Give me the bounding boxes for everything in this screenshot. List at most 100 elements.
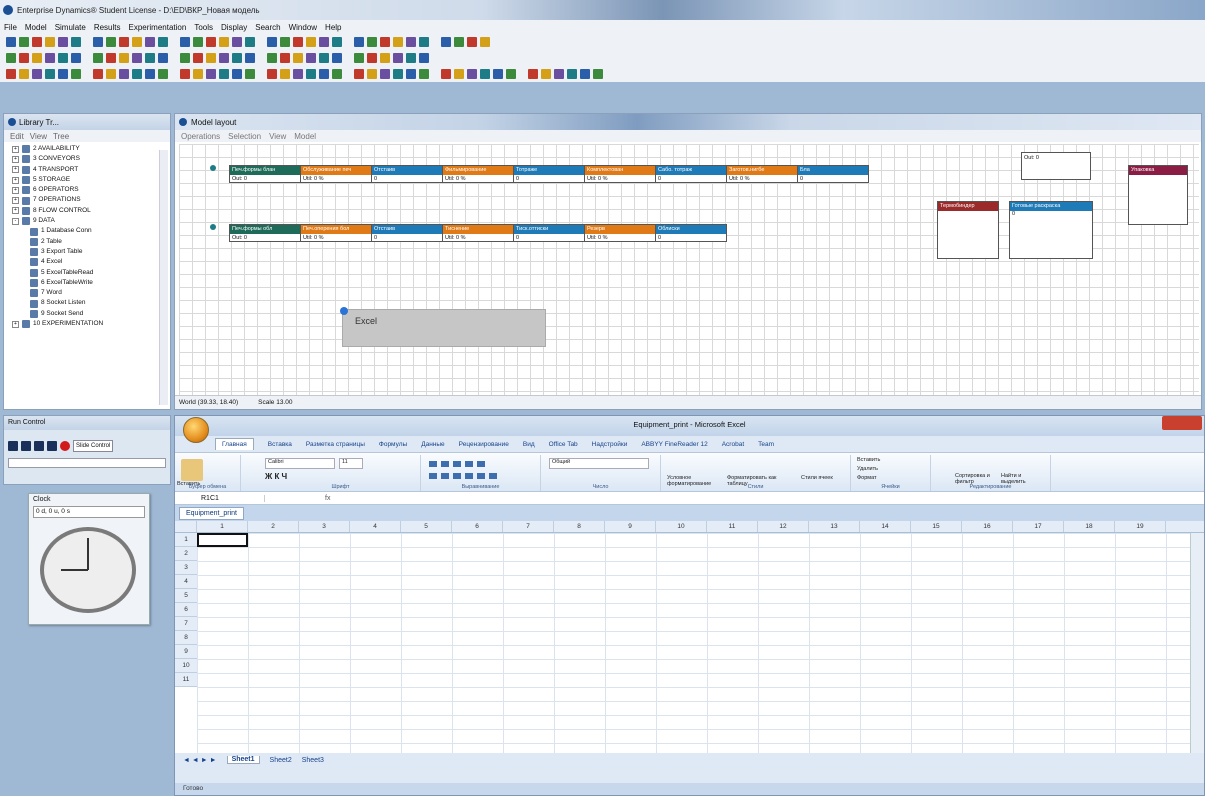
expand-toggle-icon[interactable]: + bbox=[12, 320, 19, 328]
ribbon-tab[interactable]: Acrobat bbox=[722, 441, 744, 448]
sink-box[interactable]: Out: 0 bbox=[1021, 152, 1091, 180]
toolbar-button-icon[interactable] bbox=[6, 53, 16, 63]
ribbon-tab[interactable]: Office Tab bbox=[549, 441, 578, 448]
toolbar-button-icon[interactable] bbox=[441, 37, 451, 47]
toolbar-button-icon[interactable] bbox=[106, 69, 116, 79]
fx-icon[interactable]: fx bbox=[265, 495, 330, 502]
toolbar-button-icon[interactable] bbox=[480, 69, 490, 79]
number-format-select[interactable]: Общий bbox=[549, 458, 649, 469]
speed-select[interactable]: Slide Control bbox=[73, 440, 113, 452]
toolbar-button-icon[interactable] bbox=[145, 53, 155, 63]
toolbar-button-icon[interactable] bbox=[106, 37, 116, 47]
atom-finished[interactable]: Готовые раскраска 0 bbox=[1009, 201, 1093, 259]
model-atom[interactable]: Фильмирование Util: 0 % bbox=[442, 165, 514, 183]
row-header[interactable]: 6 bbox=[175, 603, 197, 617]
source-dot-2[interactable] bbox=[210, 224, 216, 230]
toolbar-button-icon[interactable] bbox=[354, 53, 364, 63]
toolbar-button-icon[interactable] bbox=[245, 69, 255, 79]
column-header[interactable]: 11 bbox=[707, 521, 758, 532]
toolbar-button-icon[interactable] bbox=[58, 37, 68, 47]
toolbar-button-icon[interactable] bbox=[454, 69, 464, 79]
active-cell[interactable] bbox=[197, 533, 248, 547]
step-button[interactable] bbox=[47, 441, 57, 451]
library-tree-item[interactable]: +6 OPERATORS bbox=[8, 185, 166, 195]
toolbar-button-icon[interactable] bbox=[293, 37, 303, 47]
toolbar-button-icon[interactable] bbox=[441, 69, 451, 79]
toolbar-button-icon[interactable] bbox=[467, 37, 477, 47]
toolbar-button-icon[interactable] bbox=[467, 69, 477, 79]
row-header[interactable]: 2 bbox=[175, 547, 197, 561]
toolbar-button-icon[interactable] bbox=[306, 53, 316, 63]
toolbar-button-icon[interactable] bbox=[32, 37, 42, 47]
model-atom[interactable]: Тиснение Util: 0 % bbox=[442, 224, 514, 242]
record-button[interactable] bbox=[60, 441, 70, 451]
model-canvas[interactable]: Печ.формы блан Out: 0 Обслуживание печ Util… bbox=[179, 144, 1199, 396]
paste-icon[interactable] bbox=[181, 459, 203, 481]
row-header[interactable]: 8 bbox=[175, 631, 197, 645]
library-tree-item[interactable]: +10 EXPERIMENTATION bbox=[8, 319, 166, 329]
column-header[interactable]: 10 bbox=[656, 521, 707, 532]
menu-item-help[interactable]: Help bbox=[325, 23, 341, 32]
ribbon-tab[interactable]: Рецензирование bbox=[459, 441, 509, 448]
menu-item-search[interactable]: Search bbox=[255, 23, 280, 32]
start-button[interactable] bbox=[21, 441, 31, 451]
toolbar-button-icon[interactable] bbox=[119, 53, 129, 63]
expand-toggle-icon[interactable]: + bbox=[12, 166, 19, 174]
library-tree-item[interactable]: 4 Excel bbox=[8, 257, 166, 267]
library-tree-item[interactable]: - 9 DATA bbox=[8, 216, 166, 226]
toolbar-button-icon[interactable] bbox=[506, 69, 516, 79]
toolbar-button-icon[interactable] bbox=[206, 69, 216, 79]
toolbar-button-icon[interactable] bbox=[367, 53, 377, 63]
toolbar-button-icon[interactable] bbox=[332, 53, 342, 63]
toolbar-button-icon[interactable] bbox=[93, 37, 103, 47]
model-atom[interactable]: Резерв Util: 0 % bbox=[584, 224, 656, 242]
toolbar-button-icon[interactable] bbox=[419, 37, 429, 47]
toolbar-button-icon[interactable] bbox=[58, 69, 68, 79]
row-header[interactable]: 10 bbox=[175, 659, 197, 673]
model-atom[interactable]: Печ.формы блан Out: 0 bbox=[229, 165, 301, 183]
library-tree-item[interactable]: 3 Export Table bbox=[8, 247, 166, 257]
toolbar-button-icon[interactable] bbox=[119, 37, 129, 47]
library-tree-item[interactable]: 7 Word bbox=[8, 288, 166, 298]
toolbar-button-icon[interactable] bbox=[354, 37, 364, 47]
model-menu-item[interactable]: View bbox=[269, 132, 286, 141]
toolbar-button-icon[interactable] bbox=[32, 69, 42, 79]
toolbar-button-icon[interactable] bbox=[380, 69, 390, 79]
toolbar-button-icon[interactable] bbox=[280, 37, 290, 47]
toolbar-button-icon[interactable] bbox=[245, 53, 255, 63]
ribbon-tab[interactable]: Формулы bbox=[379, 441, 407, 448]
cell-styles-button[interactable]: Стили ячеек bbox=[801, 475, 847, 481]
model-atom[interactable]: Печ.формы обл Out: 0 bbox=[229, 224, 301, 242]
column-header[interactable]: 2 bbox=[248, 521, 299, 532]
toolbar-button-icon[interactable] bbox=[232, 69, 242, 79]
toolbar-button-icon[interactable] bbox=[232, 37, 242, 47]
toolbar-button-icon[interactable] bbox=[145, 37, 155, 47]
row-header[interactable]: 3 bbox=[175, 561, 197, 575]
toolbar-button-icon[interactable] bbox=[280, 53, 290, 63]
toolbar-button-icon[interactable] bbox=[71, 37, 81, 47]
model-atom[interactable]: Отстаив 0 bbox=[371, 224, 443, 242]
vertical-scrollbar[interactable] bbox=[1190, 533, 1204, 753]
toolbar-button-icon[interactable] bbox=[380, 53, 390, 63]
column-header[interactable]: 15 bbox=[911, 521, 962, 532]
font-select[interactable]: Calibri bbox=[265, 458, 335, 469]
toolbar-button-icon[interactable] bbox=[493, 69, 503, 79]
toolbar-button-icon[interactable] bbox=[406, 53, 416, 63]
toolbar-button-icon[interactable] bbox=[245, 37, 255, 47]
column-header[interactable]: 7 bbox=[503, 521, 554, 532]
model-atom[interactable]: Комплектован Util: 0 % bbox=[584, 165, 656, 183]
toolbar-button-icon[interactable] bbox=[180, 69, 190, 79]
toolbar-button-icon[interactable] bbox=[206, 37, 216, 47]
toolbar-button-icon[interactable] bbox=[45, 69, 55, 79]
library-scrollbar[interactable] bbox=[159, 150, 168, 405]
toolbar-button-icon[interactable] bbox=[232, 53, 242, 63]
column-header[interactable]: 4 bbox=[350, 521, 401, 532]
row-header[interactable]: 4 bbox=[175, 575, 197, 589]
menu-item-display[interactable]: Display bbox=[221, 23, 247, 32]
sheet-tab[interactable]: Sheet2 bbox=[270, 757, 292, 764]
column-header[interactable]: 13 bbox=[809, 521, 860, 532]
expand-toggle-icon[interactable]: + bbox=[12, 145, 19, 153]
toolbar-button-icon[interactable] bbox=[219, 37, 229, 47]
toolbar-button-icon[interactable] bbox=[106, 53, 116, 63]
expand-toggle-icon[interactable]: + bbox=[12, 155, 19, 163]
